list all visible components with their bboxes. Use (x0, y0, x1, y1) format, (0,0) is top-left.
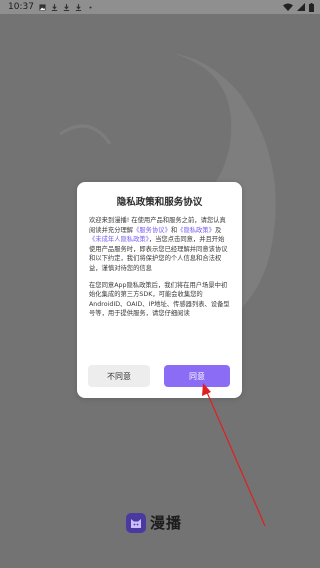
image-icon (39, 3, 46, 11)
dot-icon (89, 5, 92, 9)
privacy-dialog: 隐私政策和服务协议 欢迎来到漫播! 在使用产品和服务之前，请您认真阅读并充分理解… (77, 182, 242, 398)
disagree-button[interactable]: 不同意 (88, 365, 150, 387)
service-agreement-link[interactable]: 《服务协议》 (133, 227, 171, 234)
dialog-text: 及 (214, 226, 222, 234)
status-bar: 10:37 (0, 0, 320, 14)
status-time: 10:37 (8, 2, 34, 12)
status-right (283, 2, 320, 12)
download-icon (75, 3, 82, 11)
agree-button[interactable]: 同意 (164, 365, 230, 387)
dialog-title: 隐私政策和服务协议 (116, 197, 203, 208)
battery-icon (309, 2, 314, 12)
wifi-icon (283, 3, 293, 11)
download-icon (63, 3, 70, 11)
signal-icon (297, 3, 305, 11)
cat-logo-icon (126, 512, 146, 533)
scroll-fade (77, 322, 242, 344)
download-icon (51, 3, 58, 11)
brand: 漫播 (126, 512, 182, 533)
dialog-paragraph: 在您同意App隐私政策后，我们将在用户场景中初始化集成的第三方SDK，可能会收集… (89, 281, 230, 318)
privacy-policy-link[interactable]: 《隐私政策》 (177, 227, 215, 234)
dialog-paragraph: 欢迎来到漫播! 在使用产品和服务之前，请您认真阅读并充分理解《服务协议》和《隐私… (89, 216, 230, 274)
minor-privacy-policy-link[interactable]: 《未成年人隐私政策》 (89, 236, 149, 243)
brand-name: 漫播 (150, 514, 183, 532)
status-left: 10:37 (0, 2, 94, 12)
